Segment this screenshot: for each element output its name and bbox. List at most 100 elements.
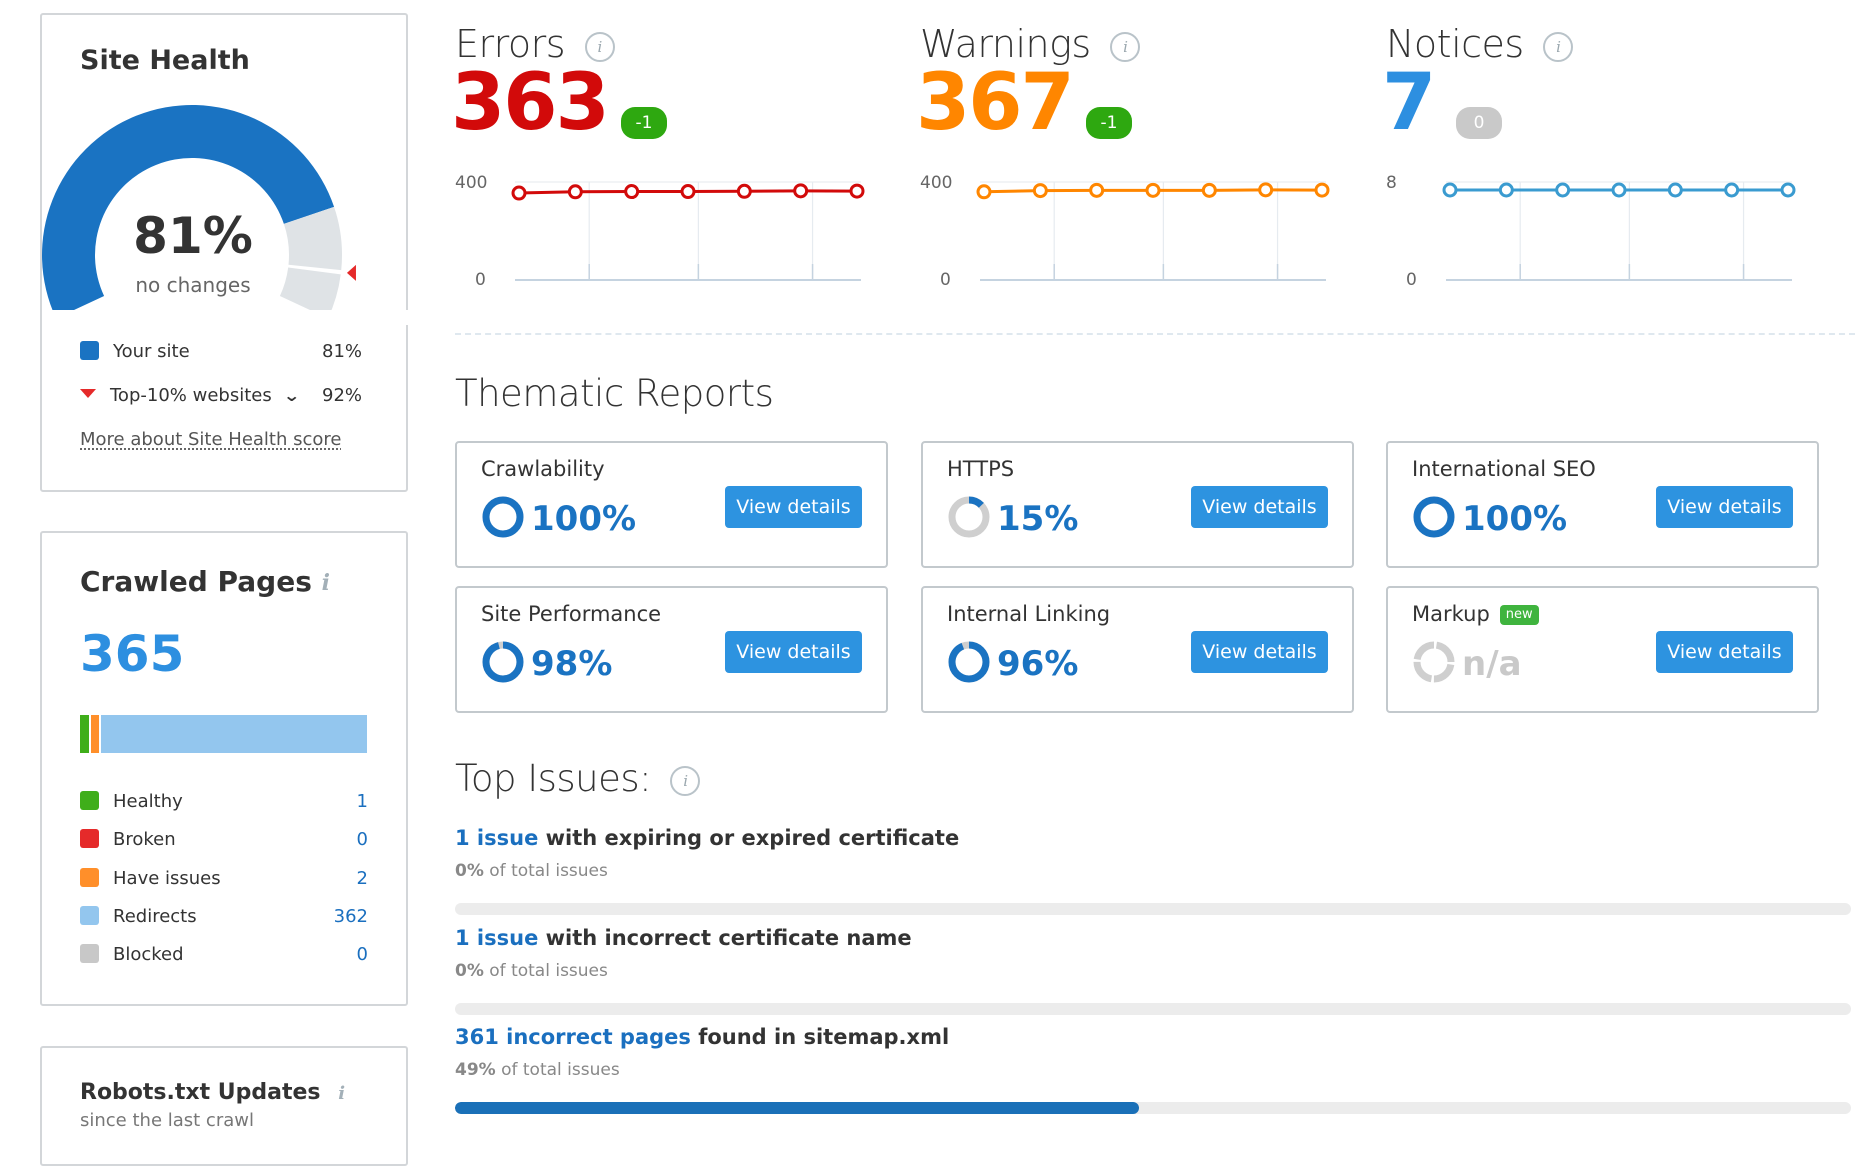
data-point[interactable] — [1498, 182, 1514, 198]
crawled-bar-segment-have-issues[interactable] — [90, 715, 100, 753]
data-point[interactable] — [1555, 182, 1571, 198]
info-icon[interactable]: i — [322, 570, 330, 596]
legend-value[interactable]: 1 — [357, 791, 368, 812]
data-point[interactable] — [976, 184, 992, 200]
ring-fill — [482, 496, 524, 538]
view-details-button[interactable]: View details — [725, 486, 862, 528]
info-icon[interactable]: i — [584, 31, 615, 62]
info-icon[interactable]: i — [1110, 31, 1141, 62]
legend-top10[interactable]: Top-10% websites ⌄ — [80, 385, 301, 406]
ring-fill — [482, 641, 524, 683]
data-point[interactable] — [1611, 182, 1627, 198]
site-health-change: no changes — [135, 273, 251, 297]
top-issues-title-text: Top Issues: — [455, 757, 652, 800]
y-tick-label: 0 — [940, 270, 951, 290]
legend-value[interactable]: 0 — [357, 829, 368, 850]
data-point[interactable] — [849, 183, 865, 199]
y-tick-label: 400 — [455, 173, 488, 193]
legend-value[interactable]: 2 — [357, 868, 368, 889]
trend-chart — [976, 181, 1330, 281]
legend-item[interactable]: Broken — [80, 829, 176, 850]
chevron-down-icon[interactable]: ⌄ — [283, 386, 300, 405]
legend-item[interactable]: Healthy — [80, 791, 183, 812]
data-point[interactable] — [1442, 182, 1458, 198]
thematic-reports-title: Thematic Reports — [455, 372, 774, 415]
top-issues-title: Top Issues: i — [455, 757, 701, 800]
legend-value[interactable]: 0 — [357, 944, 368, 965]
legend-label: Broken — [113, 829, 176, 851]
data-point[interactable] — [511, 185, 527, 201]
issue-description: with incorrect certificate name — [538, 925, 912, 950]
data-point[interactable] — [1667, 182, 1683, 198]
robots-title: Robots.txt Updates i — [80, 1080, 345, 1105]
data-point[interactable] — [793, 183, 809, 199]
top10-marker-icon — [346, 264, 356, 281]
data-point[interactable] — [624, 184, 640, 200]
thematic-card-value: 98% — [531, 644, 613, 684]
progress-ring-icon — [1413, 496, 1455, 538]
legend-item[interactable]: Blocked — [80, 944, 184, 965]
thematic-card-value: 100% — [531, 499, 637, 539]
legend-label: Redirects — [113, 905, 197, 927]
legend-item[interactable]: Have issues — [80, 867, 221, 889]
progress-ring-icon — [948, 641, 990, 683]
data-point[interactable] — [1724, 182, 1740, 198]
data-point[interactable] — [1258, 182, 1274, 198]
thematic-card-site-performance: Site Performance 98% View details — [455, 586, 888, 713]
thematic-card-markup: Markup new n/a View details — [1386, 586, 1819, 713]
data-point[interactable] — [1314, 182, 1330, 198]
issue-percent: 49% — [455, 1060, 496, 1080]
view-details-button[interactable]: View details — [1656, 486, 1793, 528]
view-details-button[interactable]: View details — [1191, 486, 1328, 528]
your-site-swatch — [80, 341, 99, 360]
legend-value[interactable]: 362 — [334, 906, 368, 927]
crawled-pages-bar — [80, 715, 367, 753]
issue-description: with expiring or expired certificate — [538, 826, 960, 850]
robots-card: Robots.txt Updates i since the last craw… — [40, 1046, 408, 1166]
legend-label: Blocked — [113, 944, 184, 966]
issue-share: 0% of total issues — [455, 861, 608, 881]
issue-percent: 0% — [455, 960, 484, 981]
thematic-card-title-text: Markup — [1412, 602, 1490, 626]
progress-ring-icon — [482, 496, 524, 538]
site-health-title: Site Health — [80, 45, 250, 76]
issue-title: 1 issue with expiring or expired certifi… — [455, 826, 959, 850]
view-details-button[interactable]: View details — [725, 631, 862, 673]
info-icon[interactable]: i — [670, 765, 701, 796]
data-point[interactable] — [567, 184, 583, 200]
thematic-card-value: 15% — [997, 499, 1079, 539]
issue-share: 49% of total issues — [455, 1060, 620, 1080]
data-point[interactable] — [1032, 183, 1048, 199]
triangle-down-icon — [80, 389, 96, 398]
legend-swatch — [80, 829, 99, 849]
view-details-button[interactable]: View details — [1191, 631, 1328, 673]
issue-link[interactable]: 1 issue — [455, 826, 538, 850]
legend-swatch — [80, 791, 99, 810]
issue-link[interactable]: 361 incorrect pages — [455, 1025, 691, 1049]
view-details-button[interactable]: View details — [1656, 631, 1793, 673]
crawled-bar-segment-healthy[interactable] — [80, 715, 89, 753]
progress-ring-icon — [482, 641, 524, 683]
progress-ring-icon — [948, 496, 990, 538]
issue-progress-bar — [455, 903, 1851, 915]
issue-link[interactable]: 1 issue — [455, 926, 538, 950]
data-point[interactable] — [1201, 182, 1217, 198]
crawled-bar-segment-redirects[interactable] — [101, 715, 367, 753]
legend-item[interactable]: Redirects — [80, 905, 197, 927]
ring-fill — [948, 641, 990, 683]
more-about-site-health-link[interactable]: More about Site Health score — [80, 429, 341, 450]
thematic-card-title-text: Internal Linking — [947, 602, 1111, 626]
issue-percent-suffix: of total issues — [483, 861, 608, 881]
issue-percent-suffix: of total issues — [483, 960, 608, 981]
thematic-card-internal-linking: Internal Linking 96% View details — [921, 586, 1354, 713]
data-point[interactable] — [1089, 182, 1105, 198]
data-point[interactable] — [736, 183, 752, 199]
data-point[interactable] — [1780, 182, 1796, 198]
data-point[interactable] — [1145, 182, 1161, 198]
info-icon[interactable]: i — [1543, 31, 1574, 62]
thematic-card-value: 100% — [1462, 499, 1568, 539]
info-icon[interactable]: i — [338, 1083, 345, 1104]
thematic-card-title: Internal Linking — [947, 602, 1110, 626]
data-point[interactable] — [680, 184, 696, 200]
thematic-card-title: Site Performance — [481, 602, 661, 626]
